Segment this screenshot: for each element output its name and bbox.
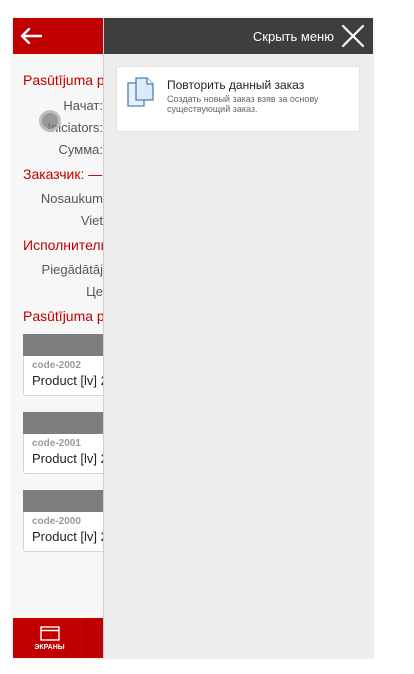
customer-name-label: Nosaukum bbox=[40, 191, 103, 206]
touch-indicator bbox=[39, 110, 61, 132]
product-name: Product [lv] 2 bbox=[32, 451, 108, 466]
section-customer-title: Заказчик: — bbox=[23, 166, 103, 182]
customer-place-label: Viet bbox=[80, 213, 103, 228]
menu-item-description: Создать новый заказ взяв за основу сущес… bbox=[167, 94, 319, 114]
window-icon bbox=[39, 625, 60, 641]
product-code: code-2002 bbox=[32, 360, 81, 371]
repeat-order-menu-item[interactable]: Повторить данный заказ Создать новый зак… bbox=[116, 66, 360, 132]
supplier-label: Piegādātāj bbox=[41, 262, 103, 277]
side-menu-panel: Скрыть меню Повторить данный заказ Созда… bbox=[103, 18, 373, 658]
product-code: code-2001 bbox=[32, 438, 81, 449]
screens-button[interactable]: ЭКРАНЫ bbox=[13, 618, 87, 658]
screens-label: ЭКРАНЫ bbox=[34, 643, 65, 651]
documents-icon bbox=[127, 77, 154, 107]
sum-label: Сумма: bbox=[58, 142, 103, 157]
menu-item-title: Повторить данный заказ bbox=[167, 78, 305, 92]
section-order-title: Pasūtījuma p bbox=[23, 72, 105, 88]
app-window: Pasūtījuma p Начат: Iniciators: Сумма: З… bbox=[13, 18, 373, 658]
product-name: Product [lv] 2 bbox=[32, 529, 108, 544]
close-icon bbox=[341, 24, 365, 48]
hide-menu-button[interactable]: Скрыть меню bbox=[104, 18, 373, 54]
product-name: Product [lv] 2 bbox=[32, 373, 108, 388]
started-label: Начат: bbox=[63, 98, 103, 113]
section-positions-title: Pasūtījuma p bbox=[23, 308, 105, 324]
hide-menu-label: Скрыть меню bbox=[252, 28, 334, 44]
back-button[interactable] bbox=[13, 18, 49, 54]
product-code: code-2000 bbox=[32, 516, 81, 527]
section-executor-title: Исполнитель bbox=[23, 237, 108, 253]
arrow-left-icon bbox=[20, 28, 42, 44]
price-label: Це bbox=[86, 284, 103, 299]
